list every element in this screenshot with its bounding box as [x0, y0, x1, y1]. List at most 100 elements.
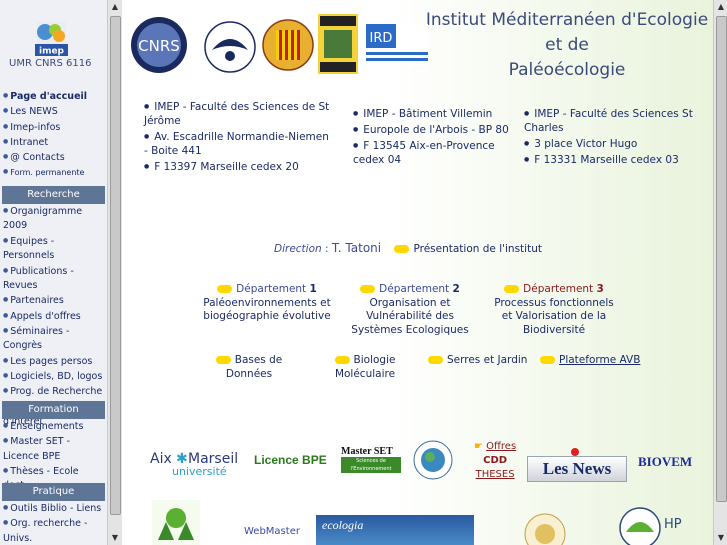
biovem-link[interactable]: BIOVEM	[638, 454, 692, 470]
menu-item-label: Logiciels, BD, logos	[10, 370, 103, 382]
department-1[interactable]: Département 1 Paléoenvironnements et bio…	[192, 283, 342, 324]
scroll-up-arrow-icon[interactable]: ▲	[108, 0, 122, 14]
cnrs-logo[interactable]: CNRS	[130, 16, 188, 77]
offres-cdd-theses-link[interactable]: ☛ Offres CDD THESES	[474, 440, 516, 482]
menu-item[interactable]: ● Intranet	[0, 135, 106, 150]
menu-item[interactable]: ● Appels d'offres	[0, 309, 106, 324]
cdd-label: CDD	[483, 455, 508, 466]
master-set-link[interactable]: Master SET Sciences de l'Environnement T…	[341, 446, 401, 480]
ird-logo[interactable]: IRD	[366, 24, 428, 69]
address-text: IMEP - Faculté des Sciences St Charles	[524, 108, 693, 134]
director-name[interactable]: T. Tatoni	[332, 241, 381, 255]
address-arbois: ● IMEP - Bâtiment Villemin ● Europole de l'…	[353, 107, 513, 169]
menu-item[interactable]: ● Logiciels, BD, logos	[0, 369, 106, 384]
scroll-up-arrow-icon[interactable]: ▲	[714, 0, 727, 14]
department-2[interactable]: Département 2 Organisation et Vulnérabil…	[340, 283, 480, 337]
paul-cezanne-logo[interactable]	[204, 20, 256, 77]
menu-item[interactable]: ● Equipes - Personnels	[0, 234, 106, 264]
hp-logo[interactable]: HP	[618, 504, 686, 545]
menu-item[interactable]: ● Enseignements	[0, 419, 106, 434]
bullet-icon: ●	[3, 153, 9, 160]
service-serres-jardin[interactable]: Serres et Jardin	[428, 354, 527, 368]
universite-provence-logo[interactable]	[262, 18, 314, 75]
menu-item[interactable]: ● Master SET - Licence BPE	[0, 434, 106, 464]
menu-item[interactable]: ● Partenaires	[0, 293, 106, 308]
service-plateforme-avb[interactable]: Plateforme AVB	[540, 354, 640, 368]
menu-item[interactable]: ● Org. recherche - Univs.	[0, 516, 106, 545]
service-label: Bases de Données	[225, 354, 283, 380]
amu-logo[interactable]: Aix ✱ Marseille université	[146, 446, 251, 478]
department-3-num: 3	[596, 283, 604, 295]
bullet-icon: ●	[3, 92, 9, 99]
unit-label: UMR CNRS 6116	[9, 58, 92, 69]
menu-item[interactable]: ● Publications - Revues	[0, 264, 106, 294]
menu-item[interactable]: ● Prog. de Recherche	[0, 384, 106, 399]
department-2-desc: Organisation et	[369, 296, 451, 309]
address-line: ● IMEP - Bâtiment Villemin	[353, 107, 513, 121]
licence-bpe-link[interactable]: Licence BPE	[254, 453, 327, 467]
menu-item-label: Séminaires - Congrès	[3, 325, 70, 352]
menu-item[interactable]: ● @ Contacts	[0, 150, 106, 165]
scroll-down-arrow-icon[interactable]: ▼	[108, 531, 122, 545]
section-recherche-header: Recherche	[2, 186, 105, 204]
universite-avignon-logo[interactable]	[318, 14, 358, 77]
menu-item[interactable]: ● Séminaires - Congrès	[0, 324, 106, 354]
sidebar-scroll-thumb[interactable]	[110, 16, 121, 515]
menu-item[interactable]: ● Page d'accueil	[0, 89, 106, 104]
menu-item[interactable]: ● Organigramme 2009	[0, 204, 106, 234]
main-scrollbar[interactable]: ▲ ▼	[713, 0, 727, 545]
webmaster-link[interactable]: WebMaster	[244, 526, 300, 537]
bullet-icon: ●	[3, 437, 9, 445]
main-scroll-thumb[interactable]	[716, 16, 727, 502]
menu-item[interactable]: ● Form. permanente	[0, 165, 106, 180]
service-biologie-moleculaire[interactable]: Biologie Moléculaire	[330, 354, 400, 381]
menu-item-label: Partenaires	[10, 295, 64, 306]
les-news-button[interactable]: Les News	[527, 456, 627, 482]
department-3-desc: Biodiversité	[522, 323, 586, 336]
ecole-doctorale-logo[interactable]	[410, 440, 456, 483]
green-partner-logo[interactable]	[152, 500, 200, 545]
department-1-title: Département	[236, 283, 307, 295]
sidebar-scrollbar[interactable]: ▲ ▼	[107, 0, 122, 545]
imep-logo[interactable]: imep	[35, 22, 68, 57]
menu-item-label: Prog. de Recherche	[10, 385, 103, 397]
department-2-desc: Vulnérabilité des	[366, 310, 454, 322]
address-text: F 13397 Marseille cedex 20	[154, 161, 299, 173]
ecologia-banner[interactable]: ecologia	[316, 515, 474, 545]
address-line: ● IMEP - Faculté des Sciences St Charles	[524, 107, 702, 135]
round-partner-logo[interactable]	[522, 511, 568, 545]
bullet-icon: ●	[3, 236, 9, 244]
ird-logo-text: IRD	[370, 31, 393, 46]
address-line: ● F 13545 Aix-en-Provence cedex 04	[353, 139, 513, 167]
menu-item[interactable]: ● Les pages persos	[0, 354, 106, 369]
department-2-num: 2	[452, 283, 460, 295]
bullet-icon: ●	[3, 168, 9, 176]
address-text: Europole de l'Arbois - BP 80	[363, 124, 509, 136]
menu-item[interactable]: ● Imep-infos	[0, 120, 106, 135]
address-text: F 13331 Marseille cedex 03	[534, 154, 679, 166]
bullet-icon: ●	[3, 467, 9, 474]
pill-bullet-icon	[360, 285, 376, 293]
bullet-icon: ●	[3, 504, 9, 511]
page-title: Institut Méditerranéen d'Ecologie et de …	[417, 8, 713, 83]
bullet-icon: ●	[3, 107, 9, 115]
menu-item-label: Les pages persos	[10, 355, 93, 367]
bullet-icon: ●	[3, 519, 9, 527]
menu-item-label: Outils Biblio - Liens	[10, 502, 102, 514]
bullet-icon: ●	[524, 140, 530, 147]
presentation-link[interactable]: Présentation de l'institut	[413, 243, 542, 255]
bullet-icon: ●	[3, 311, 9, 319]
address-text: IMEP - Bâtiment Villemin	[363, 108, 493, 120]
address-text: IMEP - Faculté des Sciences de St Jérôme	[144, 101, 330, 127]
bullet-icon: ●	[524, 156, 530, 163]
scroll-down-arrow-icon[interactable]: ▼	[714, 531, 727, 545]
department-3[interactable]: Département 3 Processus fonctionnels et …	[480, 283, 628, 337]
service-bases-donnees[interactable]: Bases de Données	[210, 354, 288, 381]
bullet-icon: ●	[3, 422, 9, 429]
address-line: ● 3 place Victor Hugo	[524, 137, 702, 151]
menu-item[interactable]: ● Les NEWS	[0, 104, 106, 119]
department-3-title: Département	[523, 283, 594, 295]
menu-item[interactable]: ● Outils Biblio - Liens	[0, 501, 106, 516]
service-label: Serres et Jardin	[447, 354, 528, 366]
pill-bullet-icon	[540, 356, 555, 364]
